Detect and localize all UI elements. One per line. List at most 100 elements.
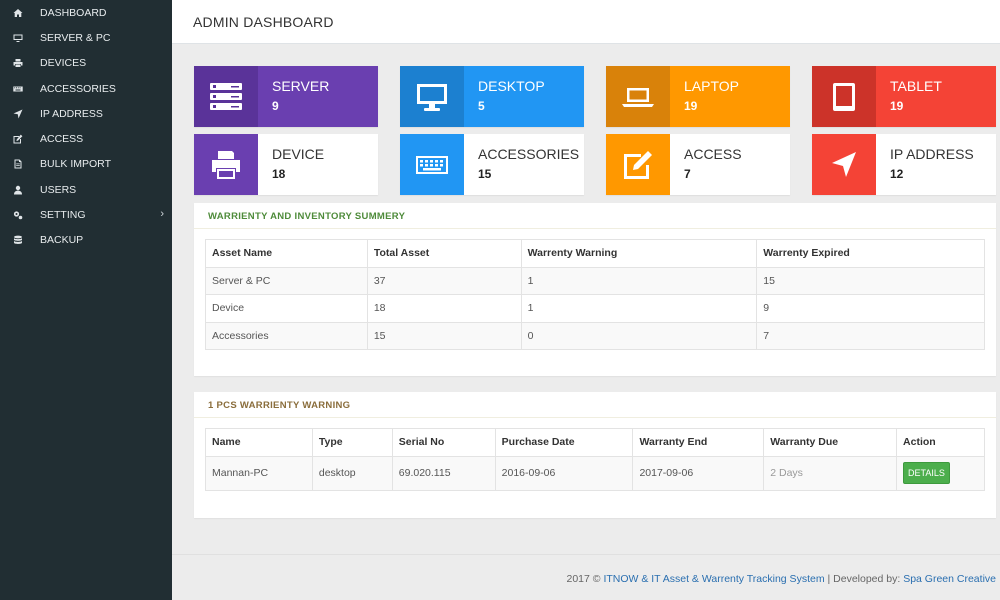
card-server[interactable]: SERVER 9 (194, 66, 378, 127)
column-header: Type (311, 428, 393, 457)
edit-icon (12, 133, 24, 145)
keyboard-icon (400, 134, 464, 195)
table-cell: 15 (366, 321, 522, 350)
table-cell: 1 (520, 266, 758, 295)
sidebar-item-label: SERVER & PC (40, 31, 111, 44)
edit-icon (606, 134, 670, 195)
sidebar-item-label: IP ADDRESS (40, 107, 103, 120)
printer-icon (194, 134, 258, 195)
table-header-row: Asset Name Total Asset Warrenty Warning … (205, 239, 985, 268)
sidebar-item-accessories[interactable]: ACCESSORIES (0, 76, 172, 101)
sidebar-item-label: BACKUP (40, 234, 84, 247)
card-value: 12 (890, 167, 904, 181)
card-label: SERVER (272, 78, 330, 94)
table-cell: 69.020.115 (391, 455, 496, 491)
table-cell: 2016-09-06 (494, 455, 634, 491)
table-cell: desktop (311, 455, 393, 491)
file-icon (12, 158, 24, 170)
sidebar-item-setting[interactable]: SETTING › (0, 202, 172, 227)
table-header-row: Name Type Serial No Purchase Date Warran… (205, 428, 985, 457)
table-row: Accessories 15 0 7 (205, 321, 985, 350)
column-header: Purchase Date (494, 428, 634, 457)
sidebar-item-dashboard[interactable]: DASHBOARD (0, 0, 172, 25)
footer-system-link[interactable]: ITNOW & IT Asset & Warrenty Tracking Sys… (603, 573, 824, 585)
laptop-icon (606, 66, 670, 127)
sidebar-item-label: DEVICES (40, 57, 87, 70)
card-label: TABLET (890, 78, 942, 94)
sidebar-item-server-pc[interactable]: SERVER & PC (0, 25, 172, 50)
page-title: ADMIN DASHBOARD (193, 14, 334, 30)
summary-heading: WARRIENTY AND INVENTORY SUMMERY (194, 203, 996, 229)
table-cell: Device (205, 294, 368, 323)
sidebar-item-access[interactable]: ACCESS (0, 126, 172, 151)
warranty-due-cell: 2 Days (763, 455, 898, 491)
footer-copyright: 2017 © (566, 573, 604, 585)
card-value: 18 (272, 167, 286, 181)
sidebar-item-users[interactable]: USERS (0, 177, 172, 202)
footer: 2017 © ITNOW & IT Asset & Warrenty Track… (172, 554, 1000, 600)
column-header: Warrenty Expired (756, 239, 985, 268)
sidebar-item-label: ACCESS (40, 133, 84, 146)
footer-separator: | Developed by: (824, 573, 904, 585)
card-access[interactable]: ACCESS 7 (606, 134, 790, 195)
column-header: Warranty End (632, 428, 765, 457)
action-cell: DETAILS (896, 455, 985, 491)
chevron-right-icon: › (160, 208, 164, 221)
sidebar-item-devices[interactable]: DEVICES (0, 51, 172, 76)
user-icon (12, 184, 24, 196)
table-cell: 37 (366, 266, 522, 295)
summary-panel: WARRIENTY AND INVENTORY SUMMERY Asset Na… (194, 203, 996, 376)
sidebar-item-label: USERS (40, 183, 77, 196)
summary-table: Asset Name Total Asset Warrenty Warning … (205, 239, 985, 350)
card-accessories[interactable]: ACCESSORIES 15 (400, 134, 584, 195)
card-value: 5 (478, 99, 485, 113)
footer-developer-link[interactable]: Spa Green Creative (903, 573, 996, 585)
column-header: Warranty Due (763, 428, 898, 457)
monitor-icon (12, 32, 24, 44)
footer-text: 2017 © ITNOW & IT Asset & Warrenty Track… (567, 573, 997, 585)
card-value: 19 (890, 99, 904, 113)
keyboard-icon (12, 83, 24, 95)
table-row: Server & PC 37 1 15 (205, 266, 985, 295)
details-button[interactable]: DETAILS (903, 462, 950, 484)
sidebar-item-ip-address[interactable]: IP ADDRESS (0, 101, 172, 126)
warning-table: Name Type Serial No Purchase Date Warran… (205, 428, 985, 491)
card-ip-address[interactable]: IP ADDRESS 12 (812, 134, 996, 195)
sidebar-item-bulk-import[interactable]: BULK IMPORT (0, 152, 172, 177)
card-value: 9 (272, 99, 279, 113)
server-icon (194, 66, 258, 127)
table-cell: 0 (520, 321, 758, 350)
table-row: Device 18 1 9 (205, 294, 985, 323)
column-header: Asset Name (205, 239, 368, 268)
table-cell: Accessories (205, 321, 368, 350)
table-cell: 9 (756, 294, 985, 323)
card-desktop[interactable]: DESKTOP 5 (400, 66, 584, 127)
card-device[interactable]: DEVICE 18 (194, 134, 378, 195)
top-bar: ADMIN DASHBOARD (172, 0, 1000, 44)
location-arrow-icon (12, 108, 24, 120)
card-tablet[interactable]: TABLET 19 (812, 66, 996, 127)
sidebar-item-label: DASHBOARD (40, 6, 107, 19)
card-value: 19 (684, 99, 698, 113)
card-label: ACCESSORIES (478, 146, 580, 162)
card-label: ACCESS (684, 146, 742, 162)
table-cell: 1 (520, 294, 758, 323)
card-value: 7 (684, 167, 691, 181)
sidebar-item-backup[interactable]: BACKUP (0, 228, 172, 253)
card-label: DESKTOP (478, 78, 545, 94)
sidebar: DASHBOARD SERVER & PC DEVICES ACCESSORIE… (0, 0, 172, 600)
card-value: 15 (478, 167, 492, 181)
card-laptop[interactable]: LAPTOP 19 (606, 66, 790, 127)
table-cell: Server & PC (205, 266, 368, 295)
card-label: IP ADDRESS (890, 146, 974, 162)
column-header: Serial No (391, 428, 496, 457)
warning-heading: 1 PCS WARRIENTY WARNING (194, 392, 996, 418)
table-cell: 15 (756, 266, 985, 295)
table-row: Mannan-PC desktop 69.020.115 2016-09-06 … (205, 455, 985, 491)
database-icon (12, 234, 24, 246)
card-label: LAPTOP (684, 78, 739, 94)
printer-icon (12, 57, 24, 69)
tablet-icon (812, 66, 876, 127)
desktop-icon (400, 66, 464, 127)
home-icon (12, 7, 24, 19)
